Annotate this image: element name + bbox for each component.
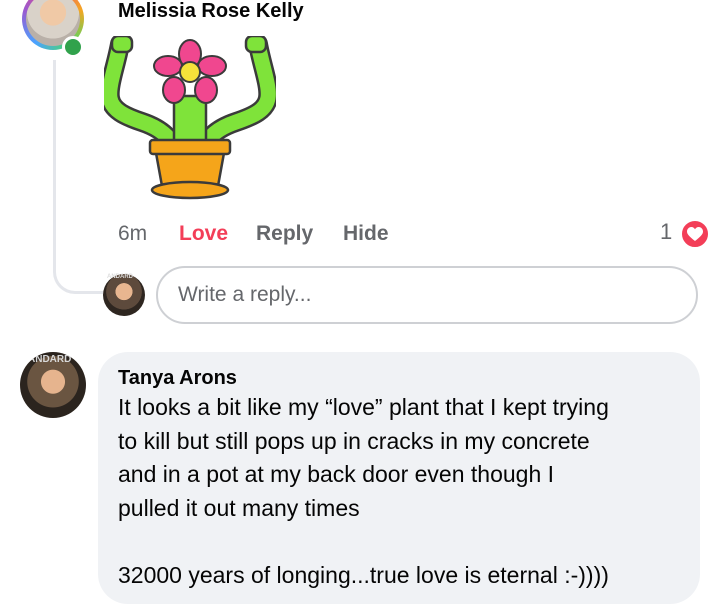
reply-author-name[interactable]: Tanya Arons xyxy=(118,365,680,391)
current-user-avatar[interactable]: ANDARD xyxy=(103,274,145,316)
reply-input-container[interactable] xyxy=(156,266,698,324)
tanya-avatar[interactable]: ANDARD xyxy=(20,352,86,418)
heart-icon[interactable] xyxy=(680,219,710,249)
love-reaction-button[interactable]: Love xyxy=(179,222,228,246)
online-status-indicator xyxy=(62,36,84,58)
reply-comment-text: It looks a bit like my “love” plant that… xyxy=(118,394,609,588)
thread-connector-line xyxy=(53,60,103,294)
current-user-avatar-tag: ANDARD xyxy=(107,274,133,280)
reply-comment-bubble: Tanya Arons It looks a bit like my “love… xyxy=(98,352,700,604)
comment-author-name[interactable]: Melissia Rose Kelly xyxy=(118,0,304,22)
tanya-avatar-tag: ANDARD xyxy=(28,354,72,365)
comment-timestamp: 6m xyxy=(118,222,148,245)
reply-button[interactable]: Reply xyxy=(256,222,313,246)
reaction-count[interactable]: 1 xyxy=(660,220,672,244)
reply-input[interactable] xyxy=(176,282,678,308)
flower-flexing-sticker[interactable] xyxy=(104,36,276,206)
hide-button[interactable]: Hide xyxy=(343,222,389,246)
